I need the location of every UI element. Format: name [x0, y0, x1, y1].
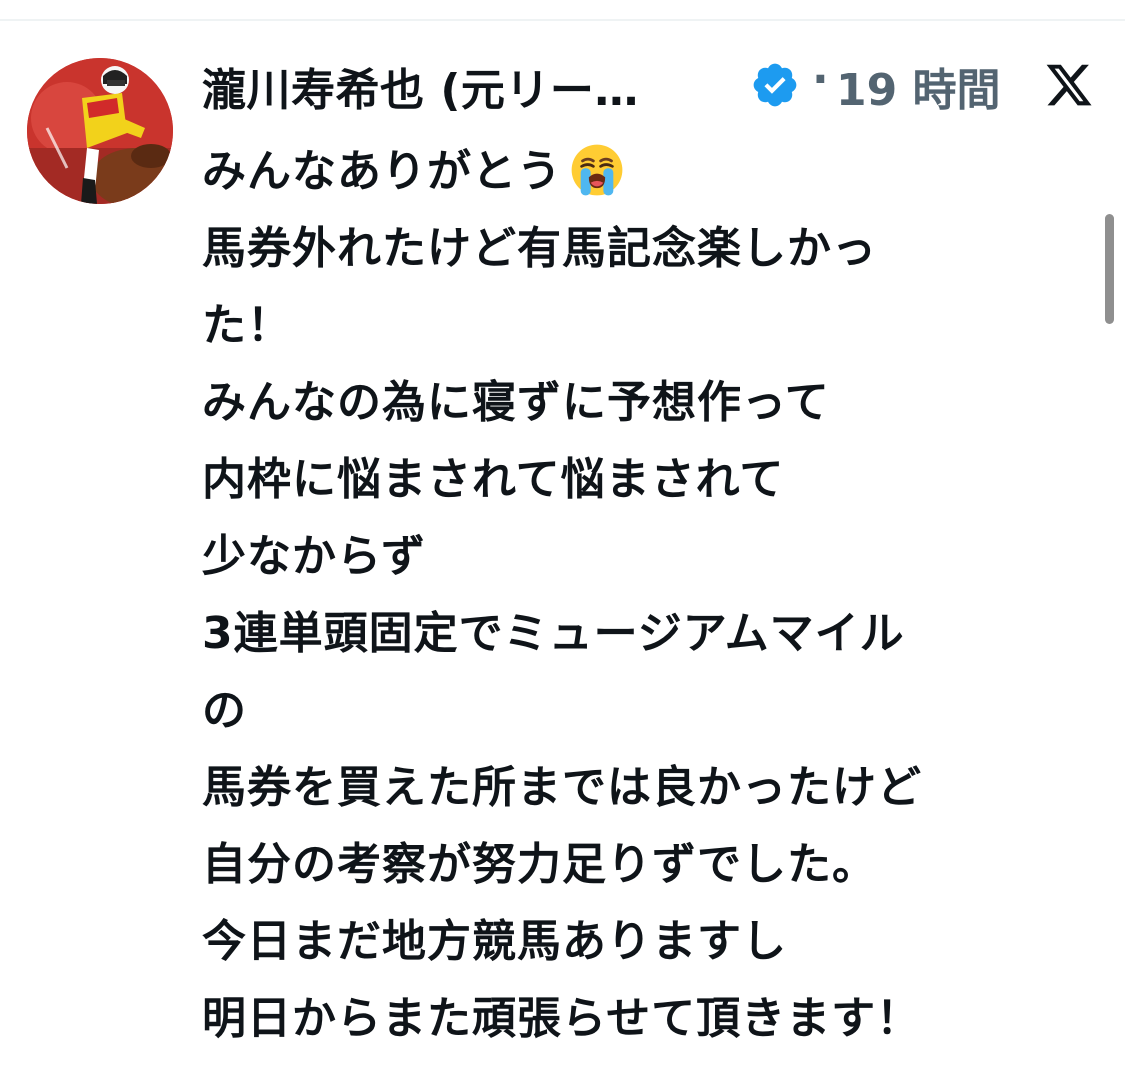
post-line: の	[202, 685, 247, 736]
top-divider	[0, 19, 1125, 21]
post-line: た！	[202, 300, 292, 351]
meta-separator: ·	[812, 54, 829, 105]
post-line: みんなありがとう	[202, 133, 1102, 210]
verified-badge-icon	[753, 63, 797, 107]
loudly-crying-face-icon	[571, 144, 623, 196]
post-line-text: みんなありがとう	[202, 146, 562, 197]
scrollbar-thumb[interactable]	[1105, 214, 1114, 324]
post-timestamp[interactable]: 19 時間	[836, 54, 1001, 118]
post-line: 内枠に悩まされて悩まされて	[202, 454, 785, 505]
post-line: 少なからず	[202, 531, 427, 582]
post-line: 3連単頭固定でミュージアムマイル	[202, 608, 905, 659]
post-line: みんなの為に寝ずに予想作って	[202, 377, 830, 428]
post-line: 今日まだ地方競馬ありますし	[202, 916, 787, 967]
post-header: 瀧川寿希也 (元リー… · 19 時間	[202, 52, 1102, 116]
post-text: みんなありがとう 馬券外れたけど有馬記念楽しかっ た！ みんなの為に寝ずに予想作…	[202, 133, 1102, 1057]
author-name[interactable]: 瀧川寿希也 (元リー…	[202, 54, 639, 118]
post-line: 馬券外れたけど有馬記念楽しかっ	[202, 223, 877, 274]
post-line: 明日からまた頑張らせて頂きます！	[202, 993, 922, 1044]
author-avatar[interactable]	[27, 58, 173, 204]
x-logo-icon[interactable]	[1044, 60, 1094, 110]
post-line: 馬券を買えた所までは良かったけど	[202, 762, 922, 813]
jockey-avatar-icon	[27, 58, 173, 204]
post-line: 自分の考察が努力足りずでした。	[202, 839, 877, 890]
